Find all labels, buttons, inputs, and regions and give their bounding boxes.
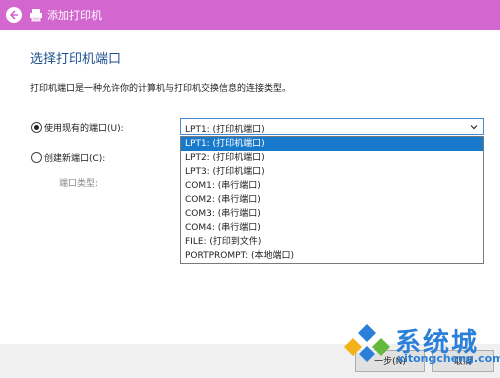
dropdown-option-com1[interactable]: COM1: (串行端口)	[181, 179, 483, 193]
port-select[interactable]: LPT1: (打印机端口)	[180, 118, 484, 135]
dropdown-option-portprompt[interactable]: PORTPROMPT: (本地端口)	[181, 249, 483, 263]
port-type-label: 端口类型:	[59, 179, 99, 189]
page-description: 打印机端口是一种允许你的计算机与打印机交换信息的连接类型。	[30, 84, 292, 94]
title-bar: 添加打印机	[0, 0, 500, 30]
dropdown-option-com4[interactable]: COM4: (串行端口)	[181, 221, 483, 235]
printer-icon	[30, 9, 42, 22]
dropdown-option-lpt2[interactable]: LPT2: (打印机端口)	[181, 151, 483, 165]
watermark-logo-icon	[344, 320, 390, 362]
use-existing-port-radio[interactable]	[31, 122, 42, 133]
dropdown-option-com3[interactable]: COM3: (串行端口)	[181, 207, 483, 221]
dropdown-option-lpt3[interactable]: LPT3: (打印机端口)	[181, 165, 483, 179]
use-existing-port-label: 使用现有的端口(U):	[44, 124, 124, 134]
page-heading: 选择打印机端口	[30, 52, 122, 67]
watermark-url: xitongcheng.com	[397, 352, 500, 365]
back-button[interactable]	[6, 7, 22, 23]
create-new-port-label: 创建新端口(C):	[44, 154, 106, 164]
dropdown-option-lpt1[interactable]: LPT1: (打印机端口)	[181, 137, 483, 151]
dropdown-option-file[interactable]: FILE: (打印到文件)	[181, 235, 483, 249]
dropdown-option-com2[interactable]: COM2: (串行端口)	[181, 193, 483, 207]
chevron-down-icon[interactable]	[470, 123, 478, 131]
window-title: 添加打印机	[47, 9, 102, 22]
back-arrow-icon	[9, 10, 18, 20]
port-select-value: LPT1: (打印机端口)	[185, 125, 265, 135]
create-new-port-radio[interactable]	[31, 152, 42, 163]
port-dropdown-list: LPT1: (打印机端口) LPT2: (打印机端口) LPT3: (打印机端口…	[180, 136, 484, 264]
